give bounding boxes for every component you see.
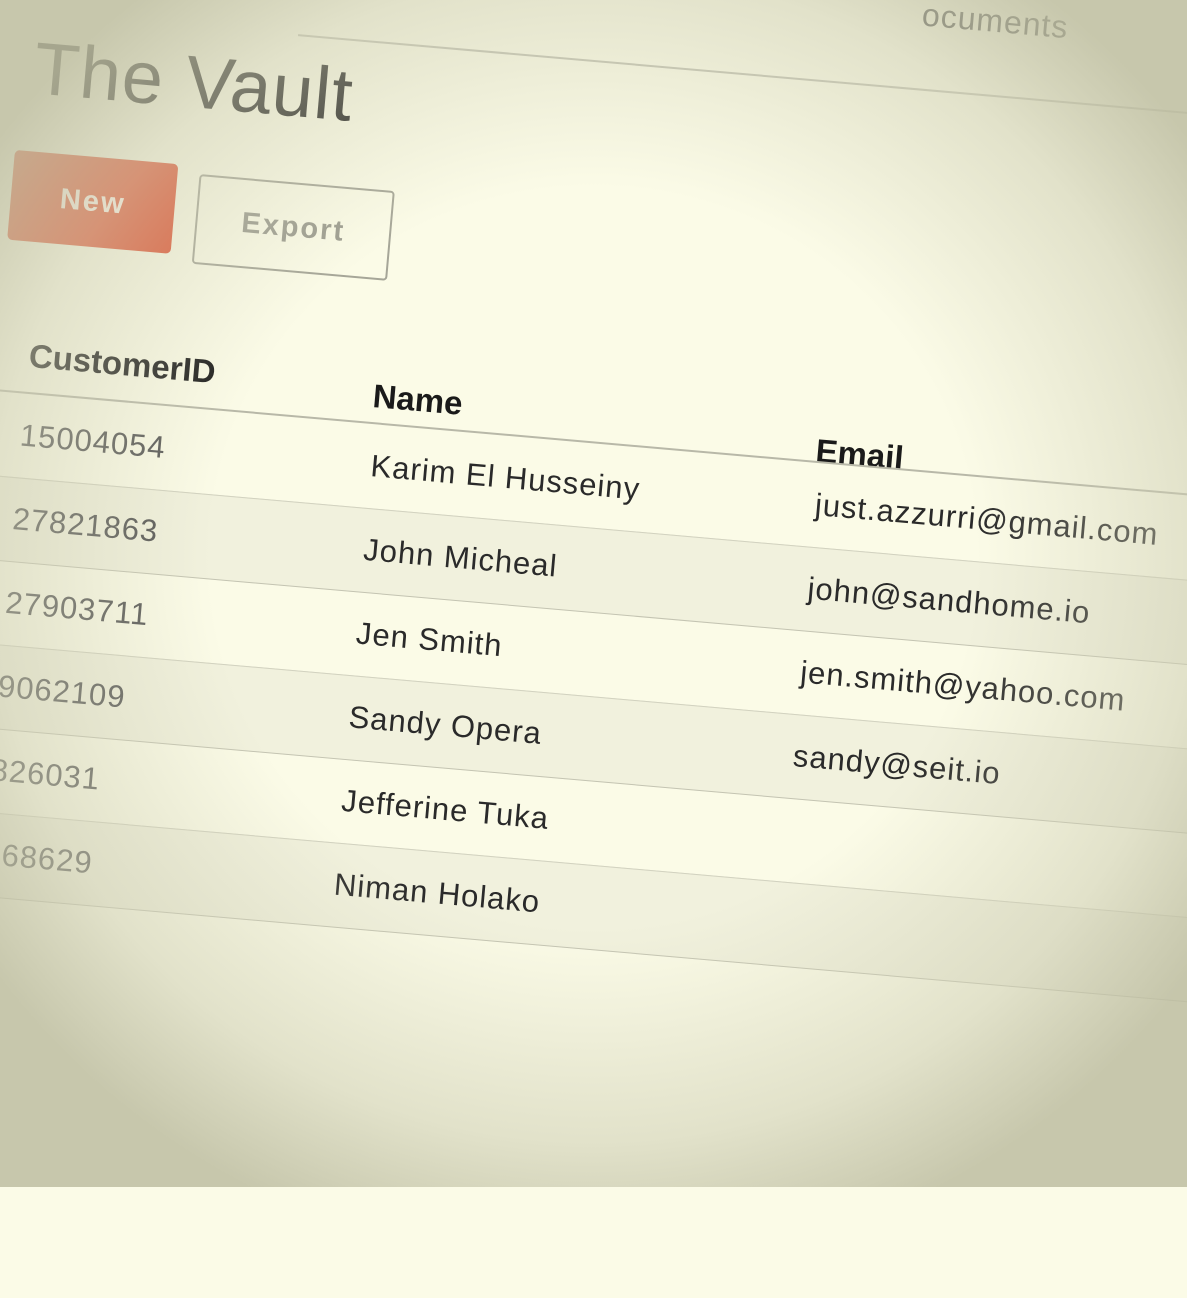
nav-link-documents[interactable]: ocuments [921, 0, 1070, 46]
cell-email: just.azzurri@gmail.com [813, 487, 1160, 552]
cell-email: sandy@seit.io [791, 738, 1003, 792]
cell-customer-id: 27821863 [11, 501, 160, 549]
cell-customer-id: 15004054 [18, 417, 168, 466]
cell-name: Karim El Husseiny [369, 448, 642, 507]
cell-customer-id: 27903711 [4, 584, 151, 633]
cell-email: john@sandhome.io [806, 570, 1092, 631]
cell-name: Jen Smith [354, 615, 505, 664]
top-nav-divider [297, 34, 1187, 124]
cell-customer-id: 9062109 [0, 668, 127, 715]
column-header-customer-id[interactable]: CustomerID [27, 337, 218, 391]
export-button[interactable]: Export [191, 174, 395, 281]
vault-page: ocuments The Vault New Export CustomerID… [0, 0, 1187, 1286]
cell-email: jen.smith@yahoo.com [798, 654, 1127, 718]
column-header-name[interactable]: Name [371, 377, 464, 423]
cell-customer-id: 368629 [0, 835, 95, 881]
cell-name: John Micheal [361, 531, 559, 584]
cell-name: Sandy Opera [347, 699, 544, 751]
new-button[interactable]: New [7, 149, 179, 254]
cell-customer-id: 826031 [0, 752, 102, 797]
cell-name: Jefferine Tuka [340, 782, 551, 836]
page-title: The Vault [30, 26, 357, 137]
cell-name: Niman Holako [332, 866, 542, 920]
